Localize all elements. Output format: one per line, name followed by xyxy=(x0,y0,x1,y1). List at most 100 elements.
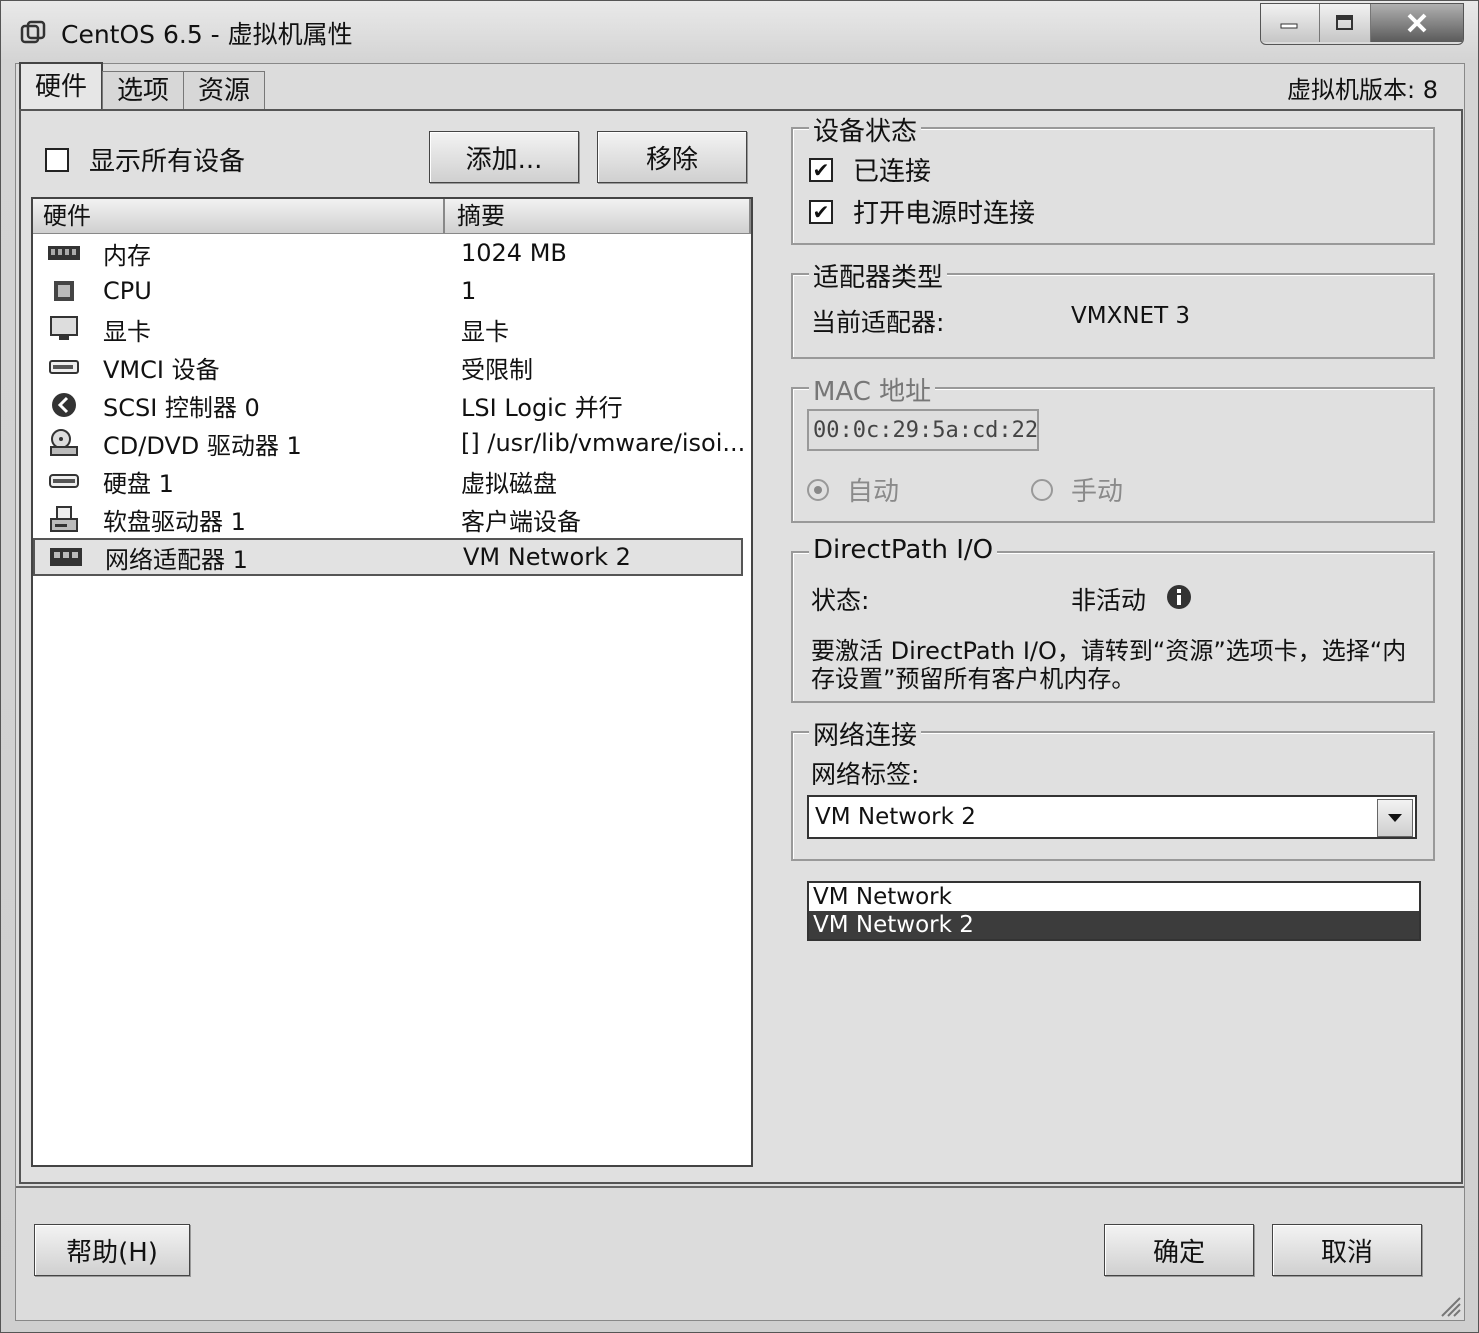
title-bar[interactable]: CentOS 6.5 - 虚拟机属性 xyxy=(1,1,1478,63)
hardware-name: 软盘驱动器 1 xyxy=(103,507,246,536)
network-label-select[interactable]: VM Network 2 xyxy=(807,795,1417,839)
hardware-row-floppy[interactable]: 软盘驱动器 1 客户端设备 xyxy=(33,500,751,538)
directpath-status-value: 非活动 xyxy=(1071,586,1147,615)
network-label-dropdown-list: VM Network VM Network 2 xyxy=(807,881,1421,941)
hardware-name: 显卡 xyxy=(103,317,151,346)
column-header-summary[interactable]: 摘要 xyxy=(445,199,751,233)
hardware-summary: 客户端设备 xyxy=(461,507,581,536)
dropdown-arrow-button[interactable] xyxy=(1377,799,1413,837)
scsi-icon xyxy=(45,392,83,418)
directpath-group: DirectPath I/O 状态: 非活动 要激活 DirectPath I/… xyxy=(791,535,1435,703)
hardware-row-network-adapter[interactable]: 网络适配器 1 VM Network 2 xyxy=(33,538,743,576)
footer-separator xyxy=(16,1186,1464,1188)
connect-at-power-on-checkbox[interactable]: ✔ xyxy=(809,199,833,224)
show-all-devices-checkbox[interactable] xyxy=(45,147,69,172)
hardware-row-harddisk[interactable]: 硬盘 1 虚拟磁盘 xyxy=(33,462,751,500)
current-adapter-label: 当前适配器: xyxy=(811,308,945,337)
ok-button[interactable]: 确定 xyxy=(1104,1224,1254,1276)
tab-resources[interactable]: 资源 xyxy=(183,71,266,110)
dialog-window: CentOS 6.5 - 虚拟机属性 硬件 选项 资源 虚拟机版本: 8 显示所… xyxy=(0,0,1479,1333)
hardware-summary: 虚拟磁盘 xyxy=(461,469,557,498)
directpath-title: DirectPath I/O xyxy=(809,535,998,565)
remove-button[interactable]: 移除 xyxy=(597,131,747,183)
device-status-title: 设备状态 xyxy=(809,111,922,148)
hardware-list-header: 硬件 摘要 xyxy=(33,199,751,234)
close-button[interactable] xyxy=(1371,4,1463,42)
minimize-icon xyxy=(1280,23,1298,29)
mac-manual-radio[interactable]: 手动 xyxy=(1031,471,1123,508)
mac-address-field[interactable]: 00:0c:29:5a:cd:22 xyxy=(807,409,1039,451)
info-icon[interactable] xyxy=(1165,583,1193,611)
mac-auto-radio[interactable]: 自动 xyxy=(807,471,899,508)
cd-dvd-icon xyxy=(45,429,83,456)
network-connection-group: 网络连接 网络标签: VM Network 2 xyxy=(791,715,1435,861)
connect-at-power-on-label: 打开电源时连接 xyxy=(853,199,1036,229)
vm-version-label: 虚拟机版本: 8 xyxy=(1287,76,1438,104)
harddisk-icon xyxy=(45,468,83,494)
display-icon xyxy=(45,316,83,342)
hardware-name: 硬盘 1 xyxy=(103,469,174,498)
window-controls xyxy=(1260,3,1464,45)
hardware-summary: LSI Logic 并行 xyxy=(461,393,623,422)
hardware-name: SCSI 控制器 0 xyxy=(103,393,260,422)
network-adapter-icon xyxy=(47,544,85,570)
directpath-info-line2: 存设置”预留所有客户机内存。 xyxy=(811,665,1136,693)
show-all-devices-row[interactable]: 显示所有设备 xyxy=(45,141,245,178)
network-label-caption: 网络标签: xyxy=(811,760,920,789)
maximize-button[interactable] xyxy=(1320,4,1371,42)
hardware-row-cd-dvd[interactable]: CD/DVD 驱动器 1 [] /usr/lib/vmware/isoi... xyxy=(33,424,751,462)
show-all-devices-label: 显示所有设备 xyxy=(89,147,246,177)
window-title: CentOS 6.5 - 虚拟机属性 xyxy=(61,20,353,49)
column-header-hardware[interactable]: 硬件 xyxy=(33,199,445,233)
close-icon xyxy=(1407,13,1427,33)
hardware-name: VMCI 设备 xyxy=(103,355,220,384)
network-connection-title: 网络连接 xyxy=(809,715,922,752)
mac-manual-label: 手动 xyxy=(1071,477,1124,507)
tab-hardware[interactable]: 硬件 xyxy=(19,62,104,110)
hardware-list: 硬件 摘要 内存 1024 MB CPU 1 显卡 显卡 VMCI 设备 受限制… xyxy=(31,197,753,1167)
resize-grip-icon[interactable] xyxy=(1436,1292,1462,1318)
add-button[interactable]: 添加... xyxy=(429,131,579,183)
connected-row[interactable]: ✔ 已连接 xyxy=(809,151,931,188)
network-label-selected: VM Network 2 xyxy=(815,804,976,830)
dropdown-option-vm-network[interactable]: VM Network xyxy=(809,883,1419,911)
directpath-status-label: 状态: xyxy=(811,586,870,615)
chevron-down-icon xyxy=(1388,814,1402,822)
hardware-row-memory[interactable]: 内存 1024 MB xyxy=(33,234,751,272)
connected-checkbox[interactable]: ✔ xyxy=(809,157,833,182)
hardware-row-display[interactable]: 显卡 显卡 xyxy=(33,310,751,348)
hardware-name: 网络适配器 1 xyxy=(105,545,248,574)
maximize-icon xyxy=(1336,15,1353,30)
tab-strip: 硬件 选项 资源 xyxy=(19,62,266,110)
radio-dot xyxy=(807,478,829,501)
hardware-name: CPU xyxy=(103,277,152,305)
current-adapter-value: VMXNET 3 xyxy=(1071,303,1191,329)
hardware-name: 内存 xyxy=(103,241,151,270)
hardware-row-cpu[interactable]: CPU 1 xyxy=(33,272,751,310)
memory-icon xyxy=(45,240,83,266)
minimize-button[interactable] xyxy=(1261,4,1320,42)
mac-address-group: MAC 地址 00:0c:29:5a:cd:22 自动 手动 xyxy=(791,371,1435,523)
dialog-body: 硬件 选项 资源 虚拟机版本: 8 显示所有设备 添加... 移除 硬件 摘要 … xyxy=(15,62,1465,1321)
device-status-group: 设备状态 ✔ 已连接 ✔ 打开电源时连接 xyxy=(791,111,1435,245)
adapter-type-group: 适配器类型 当前适配器: VMXNET 3 xyxy=(791,257,1435,359)
hardware-row-vmci[interactable]: VMCI 设备 受限制 xyxy=(33,348,751,386)
connected-label: 已连接 xyxy=(853,157,932,187)
hardware-summary: VM Network 2 xyxy=(463,543,631,571)
dropdown-option-vm-network-2[interactable]: VM Network 2 xyxy=(809,911,1419,939)
cpu-icon xyxy=(45,278,83,304)
adapter-type-title: 适配器类型 xyxy=(809,257,948,294)
hardware-summary: [] /usr/lib/vmware/isoi... xyxy=(461,429,746,457)
hardware-tab-panel: 显示所有设备 添加... 移除 硬件 摘要 内存 1024 MB CPU 1 显… xyxy=(19,109,1463,1184)
floppy-icon xyxy=(45,506,83,532)
hardware-summary: 1024 MB xyxy=(461,239,567,267)
help-button[interactable]: 帮助(H) xyxy=(34,1224,190,1276)
mac-address-title: MAC 地址 xyxy=(809,371,936,408)
connect-at-power-on-row[interactable]: ✔ 打开电源时连接 xyxy=(809,193,1035,230)
hardware-row-scsi[interactable]: SCSI 控制器 0 LSI Logic 并行 xyxy=(33,386,751,424)
hardware-summary: 显卡 xyxy=(461,317,509,346)
cancel-button[interactable]: 取消 xyxy=(1272,1224,1422,1276)
tab-options[interactable]: 选项 xyxy=(102,71,185,110)
hardware-summary: 1 xyxy=(461,277,477,305)
vm-icon xyxy=(20,20,46,44)
